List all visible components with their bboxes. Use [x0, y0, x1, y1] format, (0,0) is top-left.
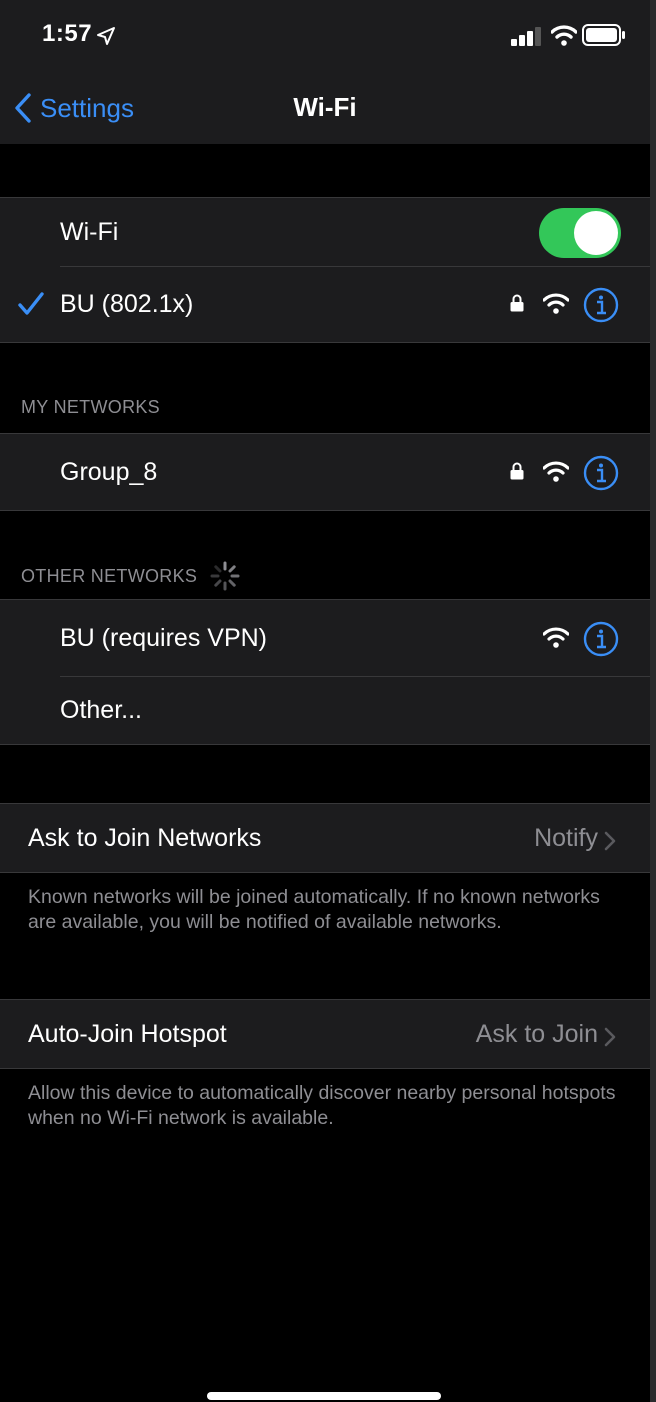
- toggle-knob: [574, 211, 618, 255]
- ask-to-join-value: Notify: [534, 823, 598, 852]
- ask-to-join-row[interactable]: Ask to Join Networks Notify: [0, 804, 650, 872]
- other-networks-group: BU (requires VPN) Other...: [0, 599, 650, 745]
- network-row-connected[interactable]: BU (802.1x): [0, 266, 650, 342]
- network-row[interactable]: Group_8: [0, 434, 650, 510]
- navigation-bar: Settings Wi-Fi: [0, 72, 650, 144]
- info-icon[interactable]: [583, 455, 619, 491]
- status-time: 1:57: [42, 20, 93, 47]
- home-indicator[interactable]: [207, 1392, 441, 1400]
- my-networks-header-label: MY NETWORKS: [21, 397, 160, 417]
- location-arrow-icon: [97, 27, 115, 45]
- auto-join-hotspot-group: Auto-Join Hotspot Ask to Join: [0, 999, 650, 1069]
- loading-spinner-icon: [210, 561, 240, 591]
- chevron-right-icon: [604, 831, 616, 851]
- wifi-status-icon: [551, 25, 577, 46]
- network-name: Other...: [60, 695, 142, 724]
- wifi-signal-icon: [543, 627, 569, 648]
- auto-join-hotspot-row[interactable]: Auto-Join Hotspot Ask to Join: [0, 1000, 650, 1068]
- edge-strip: [650, 0, 656, 1402]
- ask-to-join-group: Ask to Join Networks Notify: [0, 803, 650, 873]
- my-networks-header: MY NETWORKS: [21, 397, 160, 418]
- wifi-toggle[interactable]: [539, 208, 621, 258]
- status-bar: 1:57: [0, 0, 650, 72]
- chevron-right-icon: [604, 1027, 616, 1047]
- wifi-signal-icon: [543, 293, 569, 314]
- auto-join-hotspot-footnote: Allow this device to automatically disco…: [28, 1082, 616, 1129]
- wifi-group: Wi-Fi BU (802.1x): [0, 197, 650, 343]
- network-name: Group_8: [60, 457, 158, 486]
- lock-icon: [510, 462, 524, 480]
- battery-icon: [582, 24, 625, 46]
- info-icon[interactable]: [583, 287, 619, 323]
- other-networks-header: OTHER NETWORKS: [21, 560, 241, 592]
- checkmark-icon: [18, 292, 44, 315]
- wifi-toggle-label: Wi-Fi: [60, 217, 119, 246]
- auto-join-hotspot-label: Auto-Join Hotspot: [28, 1019, 227, 1048]
- network-row-other[interactable]: Other...: [0, 676, 650, 744]
- auto-join-hotspot-value: Ask to Join: [475, 1019, 598, 1048]
- lock-icon: [510, 294, 524, 312]
- ask-to-join-footnote: Known networks will be joined automatica…: [28, 886, 600, 933]
- other-networks-header-label: OTHER NETWORKS: [21, 565, 198, 586]
- my-networks-group: Group_8: [0, 433, 650, 511]
- wifi-signal-icon: [543, 461, 569, 482]
- page-title: Wi-Fi: [293, 92, 357, 122]
- cellular-signal-icon: [511, 27, 541, 46]
- network-name: BU (802.1x): [60, 289, 194, 318]
- ask-to-join-label: Ask to Join Networks: [28, 823, 262, 852]
- network-row[interactable]: BU (requires VPN): [0, 600, 650, 676]
- info-icon[interactable]: [583, 621, 619, 657]
- wifi-toggle-row: Wi-Fi: [0, 198, 650, 266]
- network-name: BU (requires VPN): [60, 623, 267, 652]
